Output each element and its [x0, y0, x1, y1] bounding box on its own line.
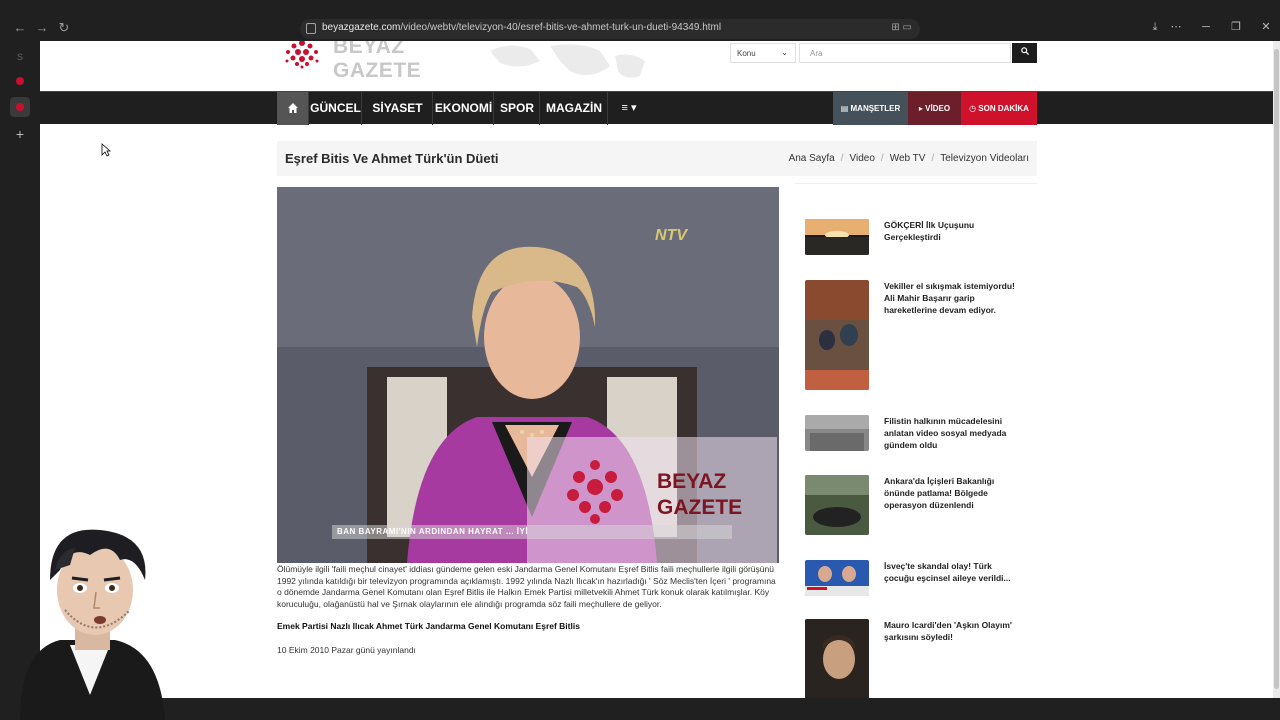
bottom-bar [40, 698, 1280, 720]
channel-logo: NTV [655, 227, 687, 244]
clock-icon: ◷ [969, 104, 979, 113]
sidebar-item[interactable]: Vekiller el sıkışmak istemiyordu! Ali Ma… [805, 280, 1025, 390]
logo-text: BEYAZ GAZETE [333, 41, 422, 82]
related-videos-sidebar: GÖKÇERİ İlk Uçuşunu Gerçekleştirdi Vekil… [794, 183, 1038, 698]
sidebar-thumbnail [805, 415, 869, 451]
title-bar: Eşref Bitis Ve Ahmet Türk'ün Düeti Ana S… [277, 141, 1037, 176]
nav-guncel[interactable]: GÜNCEL [310, 92, 362, 125]
sidebar-item[interactable]: İsveç'te skandal olay! Türk çocuğu eşcin… [805, 560, 1025, 596]
more-icon[interactable]: ⋯ [1169, 20, 1183, 34]
chevron-down-icon: ⌄ [781, 48, 788, 57]
breadcrumb-home[interactable]: Ana Sayfa [789, 153, 835, 164]
son-dakika-button[interactable]: ◷ SON DAKİKA [961, 92, 1037, 125]
newspaper-icon: ▤ [840, 104, 851, 113]
breadcrumb-tv-videos[interactable]: Televizyon Videoları [940, 153, 1029, 164]
sidebar-item[interactable]: Filistin halkının mücadelesini anlatan v… [805, 415, 1025, 451]
restore-icon[interactable]: ❐ [1229, 20, 1243, 34]
new-tab-icon[interactable]: + [10, 124, 30, 144]
nav-siyaset[interactable]: SİYASET [363, 92, 433, 125]
tab-icon-red[interactable] [10, 71, 30, 91]
sidebar-thumbnail [805, 619, 869, 698]
sidebar-thumbnail [805, 219, 869, 255]
video-watermark: BEYAZ GAZETE [657, 470, 743, 519]
nav-spor[interactable]: SPOR [495, 92, 540, 125]
forward-icon[interactable]: → [34, 19, 50, 37]
page-scrollbar[interactable] [1273, 41, 1280, 698]
streamer-avatar [20, 529, 165, 720]
translate-icon[interactable]: ⊞ ▭ [891, 22, 912, 33]
globe-logo-icon [285, 41, 319, 69]
sidebar-item[interactable]: Mauro Icardi'den 'Aşkın Olayım' şarkısın… [805, 619, 1025, 698]
tab-icon-active[interactable] [10, 97, 30, 117]
search-input[interactable]: Ara [799, 43, 1011, 63]
lock-icon [306, 23, 316, 34]
breadcrumb: Ana Sayfa / Video / Web TV / Televizyon Videol… [788, 153, 1029, 164]
back-icon[interactable]: ← [12, 19, 28, 37]
mouse-cursor-icon [101, 143, 111, 157]
web-page: BEYAZ GAZETE Konu ⌄ Ara GÜNCEL SİYASET E… [40, 41, 1273, 698]
article-tags[interactable]: Emek Partisi Nazlı Ilıcak Ahmet Türk Jan… [277, 621, 779, 631]
video-player[interactable]: NTV BAN BAYRAMI'NIN ARDINDAN HAYRAT ... … [277, 187, 779, 563]
search-button[interactable] [1012, 43, 1037, 63]
page-title: Eşref Bitis Ve Ahmet Türk'ün Düeti [285, 151, 499, 166]
close-icon[interactable]: ✕ [1259, 20, 1273, 34]
download-icon[interactable]: ⤓ [1148, 20, 1162, 34]
address-text: beyazgazete.com/video/webtv/televizyon-4… [322, 22, 722, 33]
main-navbar: GÜNCEL SİYASET EKONOMİ SPOR MAGAZİN ≡ ▾ … [40, 91, 1273, 125]
video-ticker: BAN BAYRAMI'NIN ARDINDAN HAYRAT ... İYİ [337, 527, 529, 536]
site-logo[interactable]: BEYAZ GAZETE [277, 41, 477, 82]
home-button[interactable] [277, 92, 309, 125]
sidebar-divider [794, 183, 1038, 193]
sidebar-thumbnail [805, 560, 869, 596]
article-description: Ölümüyle ilgili 'faili meçhul cinayet' i… [277, 564, 776, 609]
nav-magazin[interactable]: MAGAZİN [541, 92, 608, 125]
home-icon [287, 103, 298, 113]
publish-date: 10 Ekim 2010 Pazar günü yayınlandı [277, 645, 416, 655]
mansetler-button[interactable]: ▤ MANŞETLER [833, 92, 908, 125]
video-button[interactable]: ▸ VİDEO [908, 92, 961, 125]
sidebar-item[interactable]: GÖKÇERİ İlk Uçuşunu Gerçekleştirdi [805, 219, 1025, 259]
tab-icon-s[interactable]: S [10, 47, 30, 67]
minimize-icon[interactable]: ─ [1199, 20, 1213, 34]
category-select[interactable]: Konu ⌄ [730, 43, 796, 63]
reload-icon[interactable]: ↻ [56, 19, 72, 37]
menu-hamburger-icon[interactable]: ≡ ▾ [609, 92, 649, 125]
browser-toolbar: ← → ↻ beyazgazete.com/video/webtv/televi… [0, 0, 1280, 41]
sidebar-thumbnail [805, 280, 869, 390]
sidebar-item[interactable]: Ankara'da İçişleri Bakanlığı önünde patl… [805, 475, 1025, 535]
address-bar[interactable]: beyazgazete.com/video/webtv/televizyon-4… [300, 19, 920, 39]
nav-ekonomi[interactable]: EKONOMİ [434, 92, 494, 125]
sidebar-thumbnail [805, 475, 869, 535]
world-map-decoration [490, 44, 645, 78]
breadcrumb-video[interactable]: Video [850, 153, 875, 164]
search-icon [1020, 47, 1029, 56]
breadcrumb-webtv[interactable]: Web TV [890, 153, 926, 164]
